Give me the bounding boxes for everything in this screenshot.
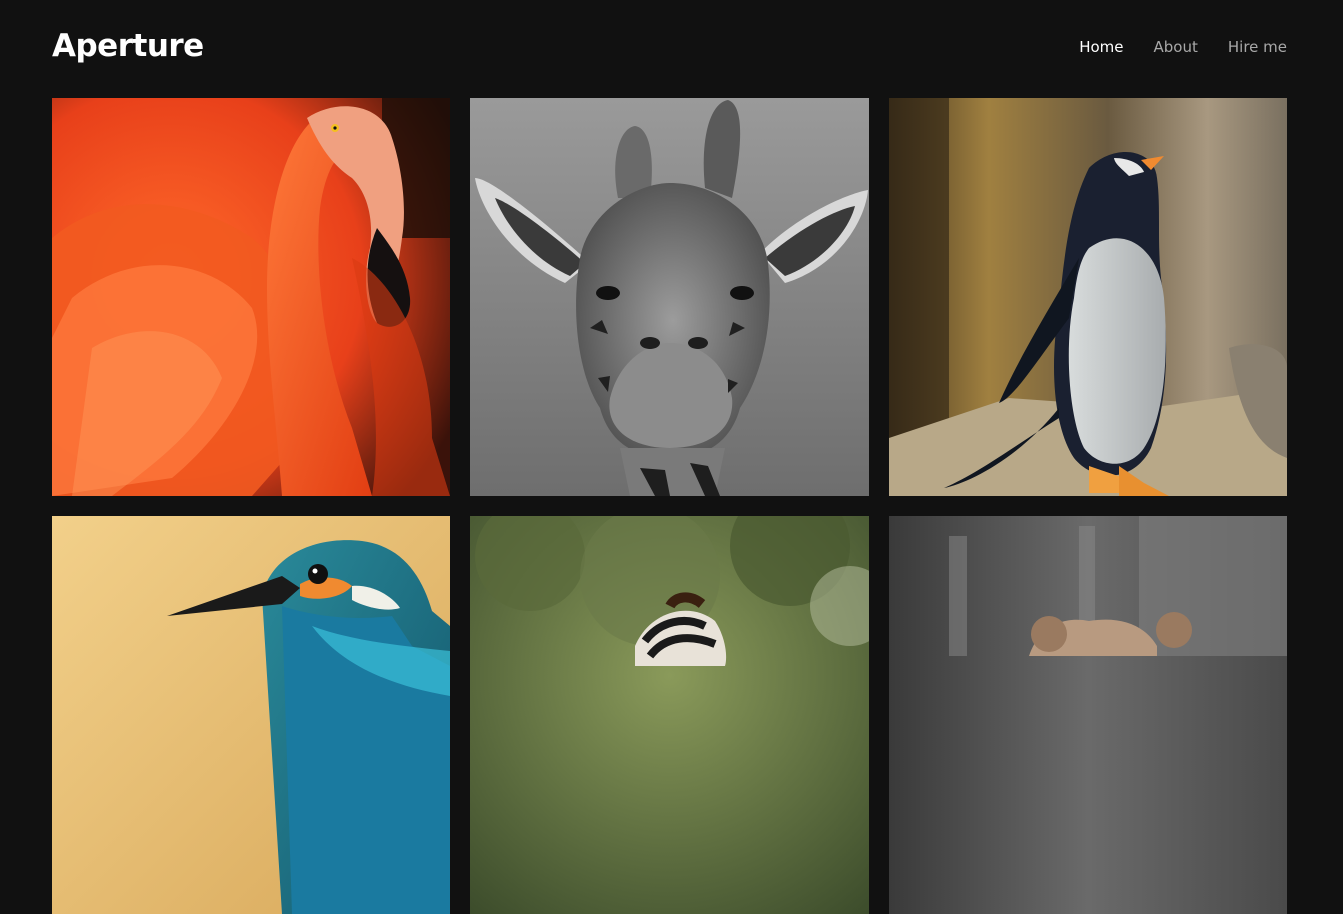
nav-item-hire-me[interactable]: Hire me xyxy=(1228,38,1287,56)
site-header: Aperture Home About Hire me xyxy=(52,0,1287,98)
gallery-photo-giraffe[interactable] xyxy=(470,98,869,496)
gallery-photo-zebra[interactable] xyxy=(470,516,869,914)
main-nav: Home About Hire me xyxy=(1079,38,1287,56)
gallery-photo-flamingo[interactable] xyxy=(52,98,450,496)
nav-item-about[interactable]: About xyxy=(1154,38,1198,56)
gallery-photo-penguin[interactable] xyxy=(889,98,1287,496)
gallery-photo-kingfisher[interactable] xyxy=(52,516,450,914)
nav-item-home[interactable]: Home xyxy=(1079,38,1123,56)
site-logo[interactable]: Aperture xyxy=(52,28,204,64)
photo-gallery xyxy=(52,98,1287,914)
gallery-photo-bear[interactable] xyxy=(889,516,1287,914)
